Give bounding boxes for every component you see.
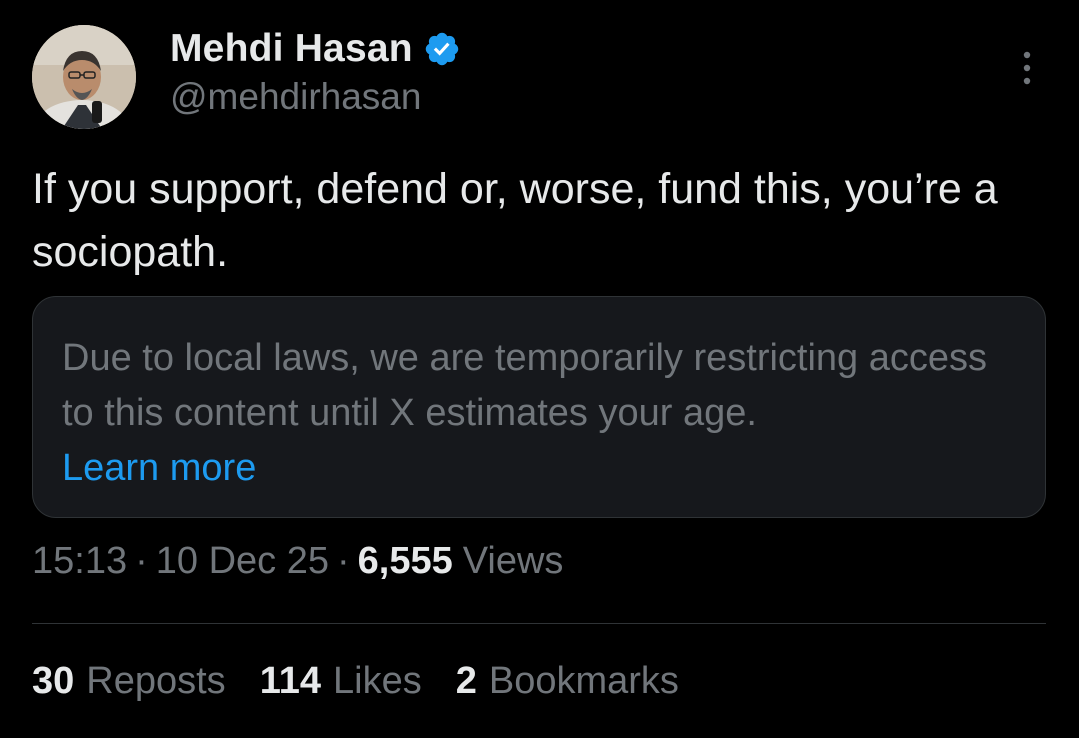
divider <box>32 623 1046 624</box>
verified-badge-icon[interactable] <box>423 30 461 68</box>
tweet-meta: 15:13 · 10 Dec 25 · 6,555 Views <box>32 540 563 583</box>
views-count[interactable]: 6,555 <box>358 540 453 583</box>
more-options-icon[interactable] <box>1012 50 1042 86</box>
views-label[interactable]: Views <box>463 540 564 583</box>
bookmarks-label: Bookmarks <box>488 660 679 702</box>
engagement-stats: 30 Reposts 114 Likes 2 Bookmarks <box>32 660 713 703</box>
bookmarks-count: 2 <box>455 660 477 702</box>
avatar[interactable] <box>32 25 136 129</box>
likes-stat[interactable]: 114 Likes <box>260 660 422 703</box>
bookmarks-stat[interactable]: 2 Bookmarks <box>456 660 679 703</box>
tweet-time[interactable]: 15:13 <box>32 540 127 583</box>
likes-label: Likes <box>333 660 422 702</box>
meta-separator: · <box>135 540 148 582</box>
name-row: Mehdi Hasan <box>170 24 461 74</box>
reposts-stat[interactable]: 30 Reposts <box>32 660 226 703</box>
tweet-text: If you support, defend or, worse, fund t… <box>32 165 998 276</box>
handle[interactable]: @mehdirhasan <box>170 76 461 118</box>
reposts-count: 30 <box>32 660 75 702</box>
learn-more-link[interactable]: Learn more <box>62 441 256 496</box>
avatar-photo <box>32 25 136 129</box>
tweet-date[interactable]: 10 Dec 25 <box>156 540 329 583</box>
restriction-message: Due to local laws, we are temporarily re… <box>62 337 988 434</box>
author-info: Mehdi Hasan @mehdirhasan <box>170 24 461 118</box>
likes-count: 114 <box>259 660 321 702</box>
tweet-detail: Mehdi Hasan @mehdirhasan If you support,… <box>0 0 1079 738</box>
age-restriction-notice: Due to local laws, we are temporarily re… <box>32 296 1046 518</box>
display-name[interactable]: Mehdi Hasan <box>170 27 413 71</box>
meta-separator: · <box>336 540 350 582</box>
reposts-label: Reposts <box>86 660 226 702</box>
